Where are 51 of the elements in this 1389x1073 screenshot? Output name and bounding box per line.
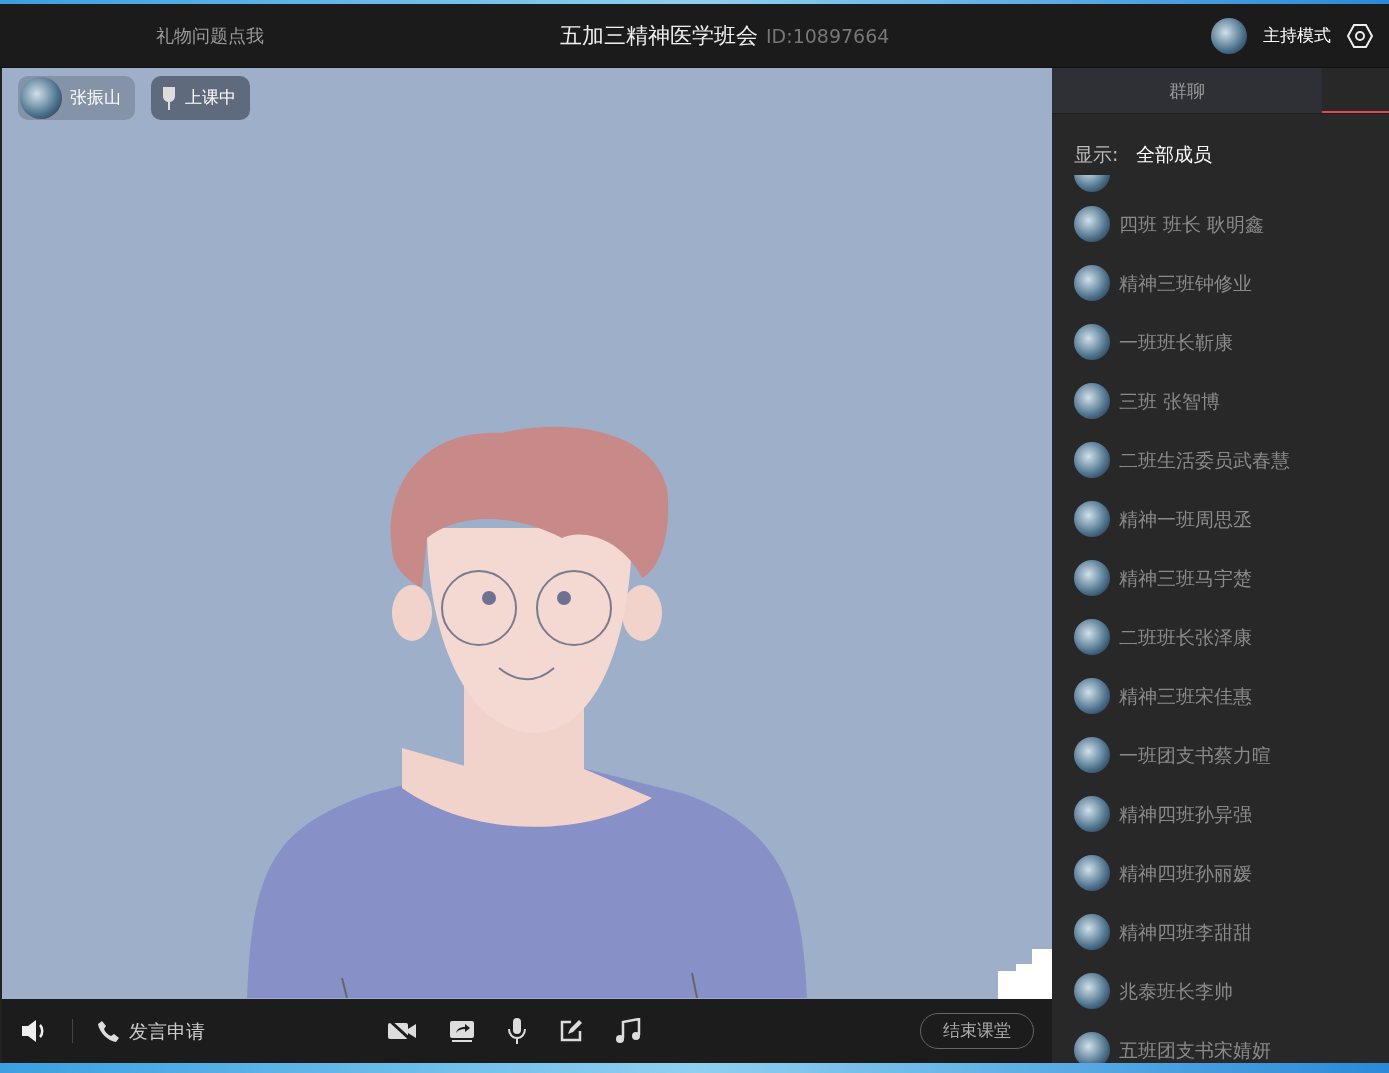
microphone-icon[interactable] (507, 1017, 527, 1045)
host-mode-label[interactable]: 主持模式 (1263, 22, 1331, 49)
speaker-avatar (20, 77, 62, 119)
member-name[interactable]: 精神四班孙丽媛 (1119, 858, 1252, 888)
member-name[interactable]: 精神三班宋佳惠 (1119, 681, 1252, 711)
member-name[interactable]: 精神三班钟修业 (1119, 268, 1252, 298)
member-avatar (1074, 973, 1110, 1009)
filter-label: 显示: (1074, 142, 1119, 167)
member-name[interactable]: 精神四班李甜甜 (1119, 917, 1252, 947)
room-id: ID:10897664 (766, 24, 890, 49)
member-name[interactable]: 精神四班孙异强 (1119, 799, 1252, 829)
music-note-icon[interactable] (615, 1018, 641, 1044)
member-avatar (1074, 855, 1110, 891)
member-avatar (1074, 383, 1110, 419)
member-avatar (1074, 206, 1110, 242)
microphone-icon (161, 85, 177, 111)
member-name[interactable]: 一班团支书蔡力暄 (1119, 740, 1271, 770)
member-name[interactable]: 五班团支书宋婧妍 (1119, 1035, 1271, 1063)
member-avatar (1074, 1032, 1110, 1063)
member-name[interactable]: 精神三班马宇楚 (1119, 563, 1252, 593)
phone-icon (97, 1019, 121, 1043)
request-to-speak-button[interactable]: 发言申请 (97, 1016, 205, 1046)
status-text: 上课中 (185, 86, 236, 110)
member-avatar (1074, 265, 1110, 301)
member-name[interactable]: 一班班长靳康 (1119, 327, 1233, 357)
speaker-name: 张振山 (70, 86, 121, 110)
member-name[interactable]: 二班生活委员武春慧 (1119, 445, 1290, 475)
member-avatar (1074, 560, 1110, 596)
member-name[interactable]: 四班 班长 耿明鑫 (1119, 209, 1265, 239)
member-avatar (1074, 501, 1110, 537)
filter-dropdown[interactable]: 全部成员 (1136, 140, 1213, 169)
gift-help-link[interactable]: 礼物问题点我 (0, 22, 420, 49)
member-name[interactable]: 二班班长张泽康 (1119, 622, 1252, 652)
meeting-title: 五加三精神医学班会 (560, 22, 758, 50)
member-avatar (1074, 737, 1110, 773)
member-avatar (1074, 914, 1110, 950)
user-avatar[interactable] (1211, 17, 1247, 54)
member-avatar (1074, 678, 1110, 714)
member-name[interactable]: 三班 张智博 (1119, 386, 1221, 416)
group-chat-tab[interactable]: 群聊 (1052, 68, 1322, 113)
screen-share-icon[interactable] (449, 1020, 475, 1042)
edit-icon[interactable] (559, 1019, 583, 1043)
member-avatar (1074, 619, 1110, 655)
member-name[interactable]: 兆泰班长李帅 (1119, 976, 1233, 1006)
member-avatar (1074, 442, 1110, 478)
member-avatar (1074, 796, 1110, 832)
stair-shape-drawing (998, 949, 1052, 999)
camera-icon[interactable] (387, 1020, 417, 1042)
member-avatar (1074, 324, 1110, 360)
settings-icon[interactable] (1347, 22, 1373, 49)
member-name[interactable]: 精神一班周思丞 (1119, 504, 1252, 534)
